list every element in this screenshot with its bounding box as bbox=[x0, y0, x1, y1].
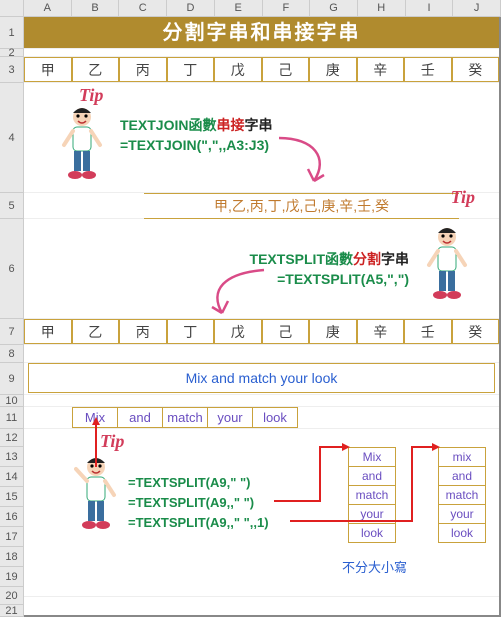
row-header[interactable]: 21 bbox=[0, 605, 23, 617]
row-header[interactable]: 3 bbox=[0, 57, 23, 83]
curved-arrow-icon bbox=[194, 265, 274, 319]
row-header[interactable]: 17 bbox=[0, 527, 23, 547]
sheet-area[interactable]: 分割字串和串接字串 甲 乙 丙 丁 戊 己 庚 辛 壬 癸 Tip bbox=[24, 17, 501, 617]
cell[interactable]: 辛 bbox=[357, 57, 405, 82]
row-header[interactable]: 20 bbox=[0, 587, 23, 605]
col-header[interactable]: G bbox=[310, 0, 358, 16]
row-header[interactable]: 9 bbox=[0, 363, 23, 395]
row-header[interactable]: 14 bbox=[0, 467, 23, 487]
cell[interactable]: 甲 bbox=[24, 57, 72, 82]
textjoin-result[interactable]: 甲,乙,丙,丁,戊,己,庚,辛,壬,癸 bbox=[144, 193, 459, 219]
col-header[interactable]: B bbox=[72, 0, 120, 16]
row-header[interactable]: 16 bbox=[0, 507, 23, 527]
row-header[interactable]: 5 bbox=[0, 193, 23, 219]
stems-row: 甲 乙 丙 丁 戊 己 庚 辛 壬 癸 bbox=[24, 319, 499, 345]
select-all-corner[interactable] bbox=[0, 0, 24, 16]
column-headers: A B C D E F G H I J bbox=[0, 0, 501, 17]
tip-label: Tip bbox=[79, 85, 103, 106]
cell[interactable]: 丁 bbox=[167, 319, 215, 344]
row-header[interactable]: 2 bbox=[0, 49, 23, 57]
page-title: 分割字串和串接字串 bbox=[24, 17, 499, 49]
cell[interactable]: 丙 bbox=[119, 57, 167, 82]
row-header[interactable]: 11 bbox=[0, 407, 23, 429]
row-header[interactable]: 6 bbox=[0, 219, 23, 319]
case-note: 不分大小寫 bbox=[342, 557, 407, 576]
row-header[interactable]: 18 bbox=[0, 547, 23, 567]
cell[interactable]: 癸 bbox=[452, 319, 500, 344]
col-header[interactable]: A bbox=[24, 0, 72, 16]
character-icon bbox=[60, 105, 104, 185]
cell[interactable]: 壬 bbox=[404, 57, 452, 82]
textjoin-label: TEXTJOIN函數串接字串 bbox=[120, 115, 272, 135]
cell[interactable]: 乙 bbox=[72, 57, 120, 82]
tip-label: Tip bbox=[451, 187, 475, 208]
row-header[interactable]: 12 bbox=[0, 429, 23, 447]
row-header[interactable]: 15 bbox=[0, 487, 23, 507]
cell[interactable]: 己 bbox=[262, 319, 310, 344]
col-header[interactable]: C bbox=[119, 0, 167, 16]
cell[interactable]: 甲 bbox=[24, 319, 72, 344]
cell[interactable]: 戊 bbox=[214, 319, 262, 344]
row-header[interactable]: 10 bbox=[0, 395, 23, 407]
cell[interactable]: 戊 bbox=[214, 57, 262, 82]
cell[interactable]: 己 bbox=[262, 57, 310, 82]
curved-arrow-icon bbox=[274, 133, 344, 193]
cell[interactable]: 癸 bbox=[452, 57, 500, 82]
row-header[interactable]: 4 bbox=[0, 83, 23, 193]
spreadsheet[interactable]: A B C D E F G H I J 1 2 3 4 5 6 7 8 9 10… bbox=[0, 0, 501, 617]
textsplit-formula: =TEXTSPLIT(A5,",") bbox=[277, 271, 409, 287]
textjoin-formula: =TEXTJOIN(",",,A3:J3) bbox=[120, 137, 269, 153]
col-header[interactable]: I bbox=[406, 0, 454, 16]
row-headers: 1 2 3 4 5 6 7 8 9 10 11 12 13 14 15 16 1… bbox=[0, 17, 24, 617]
row-header[interactable]: 7 bbox=[0, 319, 23, 345]
row-header[interactable]: 19 bbox=[0, 567, 23, 587]
row-header[interactable]: 13 bbox=[0, 447, 23, 467]
cell[interactable]: 丁 bbox=[167, 57, 215, 82]
col-header[interactable]: F bbox=[263, 0, 311, 16]
cell[interactable]: 庚 bbox=[309, 319, 357, 344]
cell[interactable]: 辛 bbox=[357, 319, 405, 344]
arrows-overlay bbox=[24, 407, 494, 577]
row-header[interactable]: 8 bbox=[0, 345, 23, 363]
cell[interactable]: 丙 bbox=[119, 319, 167, 344]
col-header[interactable]: H bbox=[358, 0, 406, 16]
character-icon bbox=[425, 225, 469, 305]
cell[interactable]: 壬 bbox=[404, 319, 452, 344]
col-header[interactable]: E bbox=[215, 0, 263, 16]
cell[interactable]: 乙 bbox=[72, 319, 120, 344]
sentence-cell[interactable]: Mix and match your look bbox=[28, 363, 495, 393]
row-header[interactable]: 1 bbox=[0, 17, 23, 49]
cell[interactable]: 庚 bbox=[309, 57, 357, 82]
col-header[interactable]: J bbox=[453, 0, 501, 16]
col-header[interactable]: D bbox=[167, 0, 215, 16]
stems-row: 甲 乙 丙 丁 戊 己 庚 辛 壬 癸 bbox=[24, 57, 499, 83]
